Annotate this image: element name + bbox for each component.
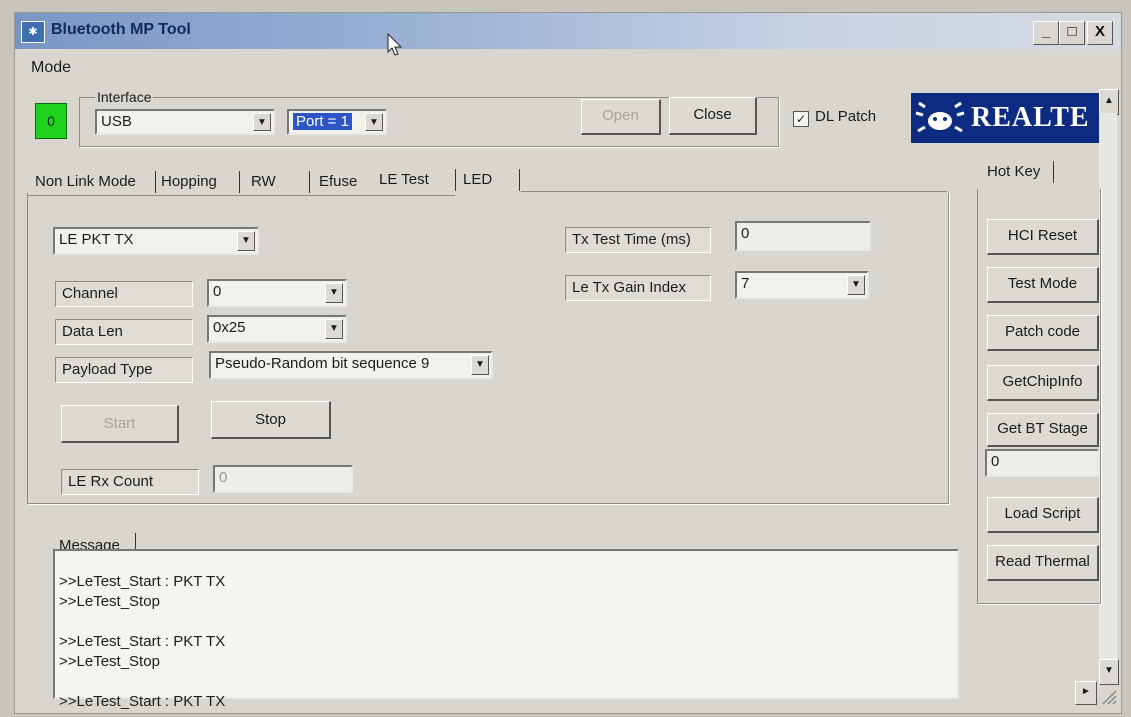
data-len-select[interactable]: 0x25 ▼ bbox=[207, 315, 347, 343]
dl-patch-label: DL Patch bbox=[815, 108, 877, 125]
hci-reset-button[interactable]: HCI Reset bbox=[987, 219, 1099, 255]
payload-type-select-value: Pseudo-Random bit sequence 9 bbox=[215, 355, 430, 372]
payload-type-select[interactable]: Pseudo-Random bit sequence 9 ▼ bbox=[209, 351, 493, 379]
interface-group-label: Interface bbox=[95, 89, 154, 105]
scroll-up-button[interactable]: ▲ bbox=[1099, 89, 1119, 115]
channel-select-value: 0 bbox=[213, 283, 222, 300]
chevron-down-icon[interactable]: ▼ bbox=[325, 283, 343, 303]
status-indicator: 0 bbox=[35, 103, 67, 139]
payload-type-label: Payload Type bbox=[55, 357, 193, 383]
tab-panel-top-border bbox=[27, 195, 455, 196]
logo-text: REALTE bbox=[971, 102, 1090, 133]
test-mode-button[interactable]: Test Mode bbox=[987, 267, 1099, 303]
read-thermal-button[interactable]: Read Thermal bbox=[987, 545, 1099, 581]
tab-rw[interactable]: RW bbox=[251, 173, 276, 190]
chevron-down-icon[interactable]: ▼ bbox=[365, 113, 383, 131]
le-rx-count-field: 0 bbox=[213, 465, 353, 493]
message-line: >>LeTest_Start : PKT TX bbox=[59, 633, 226, 650]
title-bar[interactable]: ✱ Bluetooth MP Tool _ □ X bbox=[15, 13, 1121, 49]
message-line: >>LeTest_Stop bbox=[59, 593, 160, 610]
chevron-down-icon[interactable]: ▼ bbox=[237, 231, 255, 251]
open-button[interactable]: Open bbox=[581, 99, 661, 135]
le-mode-select-value: LE PKT TX bbox=[59, 231, 134, 248]
message-line: >>LeTest_Stop bbox=[59, 653, 160, 670]
tab-non-link-mode[interactable]: Non Link Mode bbox=[35, 173, 136, 190]
tx-test-time-label: Tx Test Time (ms) bbox=[565, 227, 711, 253]
port-select[interactable]: Port = 1 ▼ bbox=[287, 109, 387, 135]
tab-hopping[interactable]: Hopping bbox=[161, 173, 217, 190]
chevron-down-icon[interactable]: ▼ bbox=[847, 275, 865, 295]
get-chip-info-button[interactable]: GetChipInfo bbox=[987, 365, 1099, 401]
le-mode-select[interactable]: LE PKT TX ▼ bbox=[53, 227, 259, 255]
close-window-button[interactable]: X bbox=[1087, 21, 1113, 45]
le-tx-gain-index-label: Le Tx Gain Index bbox=[565, 275, 711, 301]
scroll-down-button[interactable]: ▼ bbox=[1099, 659, 1119, 685]
vertical-scrollbar-track[interactable] bbox=[1099, 113, 1117, 659]
tx-test-time-input[interactable]: 0 bbox=[735, 221, 871, 251]
chevron-down-icon[interactable]: ▼ bbox=[471, 355, 489, 375]
data-len-label: Data Len bbox=[55, 319, 193, 345]
scroll-right-button[interactable]: ► bbox=[1075, 681, 1097, 705]
close-button[interactable]: Close bbox=[669, 97, 757, 135]
tab-led[interactable]: LED bbox=[463, 171, 492, 188]
le-tx-gain-index-value: 7 bbox=[741, 275, 750, 292]
message-line: >>LeTest_Start : PKT TX bbox=[59, 573, 226, 590]
tab-efuse[interactable]: Efuse bbox=[319, 173, 357, 190]
bt-stage-field: 0 bbox=[985, 449, 1099, 477]
patch-code-button[interactable]: Patch code bbox=[987, 315, 1099, 351]
interface-select[interactable]: USB ▼ bbox=[95, 109, 275, 135]
get-bt-stage-button[interactable]: Get BT Stage bbox=[987, 413, 1099, 447]
minimize-button[interactable]: _ bbox=[1033, 21, 1059, 45]
message-line: >>LeTest_Start : PKT TX bbox=[59, 693, 226, 710]
app-icon: ✱ bbox=[21, 21, 45, 43]
stop-button[interactable]: Stop bbox=[211, 401, 331, 439]
tab-hot-key[interactable]: Hot Key bbox=[987, 163, 1040, 180]
port-select-value: Port = 1 bbox=[293, 113, 352, 130]
dl-patch-checkbox[interactable]: ✓ bbox=[793, 111, 809, 127]
channel-label: Channel bbox=[55, 281, 193, 307]
start-button[interactable]: Start bbox=[61, 405, 179, 443]
window-title: Bluetooth MP Tool bbox=[51, 21, 191, 38]
realtek-logo: REALTE bbox=[911, 93, 1101, 143]
chevron-down-icon[interactable]: ▼ bbox=[325, 319, 343, 339]
tab-le-test[interactable]: LE Test bbox=[379, 171, 429, 188]
load-script-button[interactable]: Load Script bbox=[987, 497, 1099, 533]
tab-panel-top-border-right bbox=[521, 191, 947, 192]
crab-logo-icon bbox=[915, 101, 965, 133]
menu-mode[interactable]: Mode bbox=[31, 59, 71, 77]
channel-select[interactable]: 0 ▼ bbox=[207, 279, 347, 307]
chevron-down-icon[interactable]: ▼ bbox=[253, 113, 271, 131]
le-rx-count-label: LE Rx Count bbox=[61, 469, 199, 495]
resize-grip-icon[interactable] bbox=[1099, 687, 1117, 705]
app-window: ✱ Bluetooth MP Tool _ □ X Mode 0 Interfa… bbox=[14, 12, 1122, 714]
le-tx-gain-index-select[interactable]: 7 ▼ bbox=[735, 271, 869, 299]
interface-select-value: USB bbox=[101, 113, 132, 130]
data-len-select-value: 0x25 bbox=[213, 319, 246, 336]
message-log[interactable]: >>LeTest_Start : PKT TX >>LeTest_Stop >>… bbox=[53, 549, 959, 710]
mouse-cursor-icon bbox=[387, 33, 403, 56]
maximize-button[interactable]: □ bbox=[1059, 21, 1085, 45]
